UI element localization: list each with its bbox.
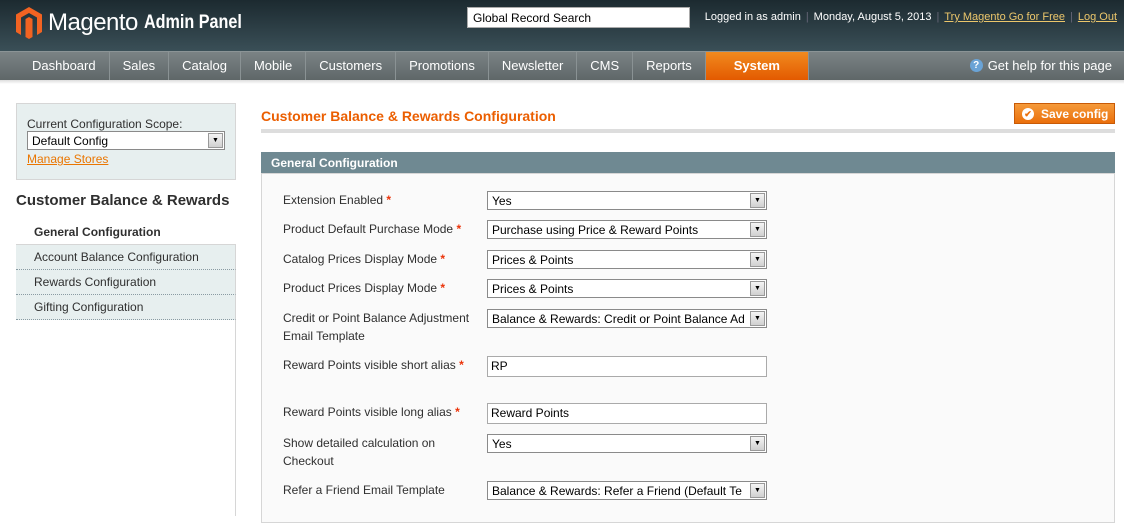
help-label: Get help for this page: [987, 58, 1112, 73]
nav-catalog[interactable]: Catalog: [169, 52, 241, 80]
field-label: Refer a Friend Email Template: [283, 481, 478, 499]
scope-label: Current Configuration Scope:: [27, 117, 183, 131]
nav-system[interactable]: System: [705, 52, 809, 80]
scope-switcher: Current Configuration Scope: Default Con…: [16, 103, 236, 180]
sidebar-item-gifting[interactable]: Gifting Configuration: [16, 295, 236, 320]
manage-stores-link[interactable]: Manage Stores: [27, 152, 225, 166]
section-header[interactable]: General Configuration: [261, 152, 1115, 173]
chevron-down-icon: ▼: [750, 193, 765, 208]
header: Magento Admin Panel Logged in as admin | …: [0, 0, 1124, 51]
nav-promotions[interactable]: Promotions: [396, 52, 489, 80]
nav-cms[interactable]: CMS: [577, 52, 634, 80]
chevron-down-icon: ▼: [750, 252, 765, 267]
label-text: Refer a Friend Email Template: [283, 483, 445, 497]
select-field[interactable]: Prices & Points ▼: [487, 279, 767, 298]
main-nav: Dashboard Sales Catalog Mobile Customers…: [0, 51, 1124, 80]
select-value: Balance & Rewards: Credit or Point Balan…: [492, 312, 745, 326]
select-field[interactable]: Purchase using Price & Reward Points ▼: [487, 220, 767, 239]
nav-newsletter[interactable]: Newsletter: [489, 52, 578, 80]
sidebar-heading: Customer Balance & Rewards: [16, 192, 230, 209]
label-text: Show detailed calculation on Checkout: [283, 436, 436, 468]
select-value: Purchase using Price & Reward Points: [492, 223, 699, 237]
title-rule: [261, 129, 1115, 133]
required-mark: *: [440, 281, 446, 295]
check-icon: ✔: [1022, 107, 1034, 120]
nav-mobile[interactable]: Mobile: [241, 52, 307, 80]
label-text: Product Prices Display Mode: [283, 281, 438, 295]
label-text: Credit or Point Balance Adjustment Email…: [283, 311, 470, 343]
chevron-down-icon: ▼: [750, 281, 765, 296]
chevron-down-icon: ▼: [750, 436, 765, 451]
sidebar-item-account-balance[interactable]: Account Balance Configuration: [16, 245, 236, 270]
top-links: Logged in as admin | Monday, August 5, 20…: [705, 11, 1117, 23]
select-value: Prices & Points: [492, 253, 574, 267]
logo-brand: Magento: [48, 9, 138, 36]
required-mark: *: [456, 222, 462, 236]
select-value: Yes: [492, 194, 512, 208]
select-field[interactable]: Balance & Rewards: Credit or Point Balan…: [487, 309, 767, 328]
help-link[interactable]: ? Get help for this page: [969, 58, 1112, 73]
label-text: Product Default Purchase Mode: [283, 222, 454, 236]
field-label: Product Default Purchase Mode *: [283, 220, 478, 238]
try-magento-link[interactable]: Try Magento Go for Free: [944, 11, 1065, 23]
page-title: Customer Balance & Rewards Configuration: [261, 108, 556, 124]
nav-reports[interactable]: Reports: [633, 52, 706, 80]
nav-customers[interactable]: Customers: [306, 52, 397, 80]
select-value: Yes: [492, 437, 512, 451]
field-label: Extension Enabled *: [283, 191, 478, 209]
field-label: Product Prices Display Mode *: [283, 279, 478, 297]
date-text: Monday, August 5, 2013: [813, 11, 932, 23]
nav-dashboard[interactable]: Dashboard: [19, 52, 110, 80]
logged-in-text: Logged in as admin: [704, 11, 801, 23]
field-label: Credit or Point Balance Adjustment Email…: [283, 309, 478, 345]
logo[interactable]: Magento Admin Panel: [16, 7, 259, 39]
save-label: Save config: [1041, 106, 1109, 121]
logout-link[interactable]: Log Out: [1078, 11, 1117, 23]
select-value: Prices & Points: [492, 282, 574, 296]
sidebar-list: General Configuration Account Balance Co…: [16, 220, 236, 320]
nav-sales[interactable]: Sales: [110, 52, 170, 80]
logo-sub: Admin Panel: [143, 12, 242, 33]
sidebar-item-general[interactable]: General Configuration: [16, 220, 236, 245]
label-text: Reward Points visible long alias: [283, 405, 452, 419]
required-mark: *: [386, 193, 392, 207]
nav-shadow: [0, 80, 1124, 84]
global-search-input[interactable]: [467, 7, 690, 28]
required-mark: *: [459, 358, 464, 372]
input-value: Reward Points: [491, 406, 570, 420]
field-label: Reward Points visible short alias *: [283, 356, 478, 374]
select-field[interactable]: Prices & Points ▼: [487, 250, 767, 269]
text-field[interactable]: RP: [487, 356, 767, 377]
divider: |: [1070, 11, 1073, 23]
chevron-down-icon: ▼: [208, 133, 223, 148]
required-mark: *: [440, 252, 446, 266]
select-field[interactable]: Yes ▼: [487, 434, 767, 453]
select-field[interactable]: Balance & Rewards: Refer a Friend (Defau…: [487, 481, 767, 500]
label-text: Extension Enabled: [283, 193, 384, 207]
label-text: Catalog Prices Display Mode: [283, 252, 438, 266]
field-label: Show detailed calculation on Checkout: [283, 434, 478, 470]
text-field[interactable]: Reward Points: [487, 403, 767, 424]
chevron-down-icon: ▼: [750, 483, 765, 498]
field-label: Reward Points visible long alias *: [283, 403, 478, 421]
input-value: RP: [491, 359, 508, 373]
sidebar-border: [235, 320, 236, 516]
scope-value: Default Config: [32, 134, 109, 148]
divider: |: [805, 11, 809, 23]
divider: |: [936, 11, 940, 23]
magento-logo-icon: [16, 7, 42, 39]
save-config-button[interactable]: ✔ Save config: [1014, 103, 1115, 124]
help-icon: ?: [969, 59, 983, 72]
label-text: Reward Points visible short alias: [283, 358, 456, 372]
select-value: Balance & Rewards: Refer a Friend (Defau…: [492, 484, 742, 498]
scope-select[interactable]: Default Config ▼: [27, 131, 225, 150]
sidebar-item-rewards[interactable]: Rewards Configuration: [16, 270, 236, 295]
field-label: Catalog Prices Display Mode *: [283, 250, 478, 268]
chevron-down-icon: ▼: [750, 222, 765, 237]
required-mark: *: [455, 405, 460, 419]
select-field[interactable]: Yes ▼: [487, 191, 767, 210]
chevron-down-icon: ▼: [750, 311, 765, 326]
